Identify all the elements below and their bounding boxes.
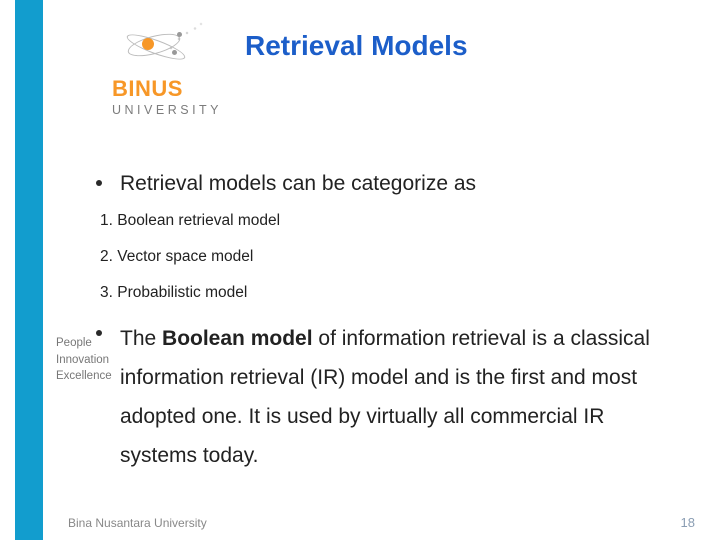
content-area: Retrieval models can be categorize as 1.… (96, 170, 680, 490)
list-item: 2. Vector space model (100, 248, 680, 266)
para-pre: The (120, 327, 162, 350)
numbered-list: 1. Boolean retrieval model 2. Vector spa… (100, 212, 680, 302)
footer-left: Bina Nusantara University (68, 516, 207, 530)
slide-title: Retrieval Models (245, 30, 468, 62)
bullet-item: Retrieval models can be categorize as (96, 170, 680, 198)
list-item: 1. Boolean retrieval model (100, 212, 680, 230)
brand-sub: UNIVERSITY (112, 103, 242, 117)
logo-block: BINUS UNIVERSITY (82, 16, 242, 117)
bullet-item: The Boolean model of information retriev… (96, 320, 680, 475)
bullet-text: Retrieval models can be categorize as (120, 170, 476, 198)
bullet-text: The Boolean model of information retriev… (120, 320, 680, 475)
bullet-dot-icon (96, 180, 102, 186)
para-bold: Boolean model (162, 327, 313, 350)
sidebar-accent (15, 0, 43, 540)
brand-name: BINUS (112, 78, 242, 100)
bullet-dot-icon (96, 330, 102, 336)
list-item: 3. Probabilistic model (100, 284, 680, 302)
page-number: 18 (681, 515, 695, 530)
logo-mark-icon (117, 16, 207, 76)
